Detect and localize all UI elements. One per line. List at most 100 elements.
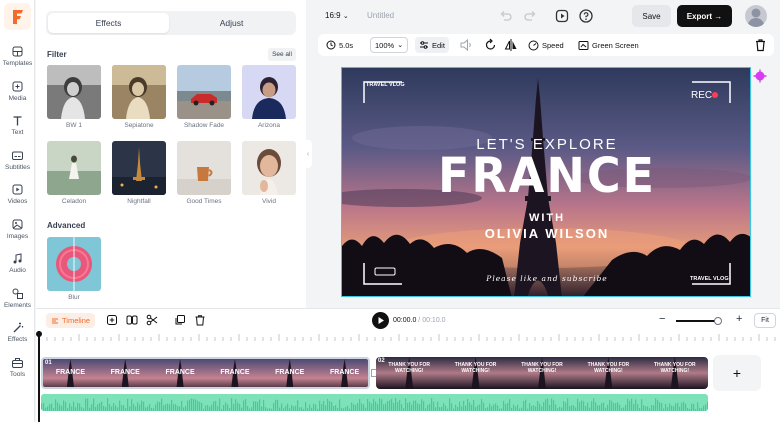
help-icon[interactable] <box>578 8 594 24</box>
zoom-in-icon[interactable]: + <box>736 313 742 325</box>
playhead[interactable] <box>36 331 42 422</box>
travel-vlog-tag-bottom: TRAVEL VLOG <box>690 276 729 282</box>
audio-waveform <box>41 398 708 411</box>
undo-icon[interactable] <box>498 8 514 24</box>
sidebar-item-tools[interactable]: Tools <box>0 354 35 386</box>
timeline-panel: Timeline 00:00.0 / 00:10.0 − + Fit 01 FR… <box>36 308 780 422</box>
flip-icon[interactable] <box>504 37 518 53</box>
chevron-down-icon: ⌄ <box>397 42 404 49</box>
filter-thumb-arizona[interactable] <box>242 65 296 119</box>
edit-label: Edit <box>432 40 445 50</box>
green-screen-button[interactable]: Green Screen <box>578 37 639 53</box>
duration-button[interactable]: 5.0s <box>326 37 353 53</box>
filter-thumb-good-times[interactable] <box>177 141 231 195</box>
add-clip-button[interactable]: + <box>713 355 761 391</box>
rotate-icon[interactable] <box>484 37 498 53</box>
filter-thumb-celadon[interactable] <box>47 141 101 195</box>
filter-thumb-vivid[interactable] <box>242 141 296 195</box>
clip-number: 01 <box>45 360 52 366</box>
zoom-select[interactable]: 100% ⌄ <box>370 37 409 53</box>
filter-label: Arizona <box>257 122 281 129</box>
duration-value: 5.0s <box>339 40 354 50</box>
sidebar-item-audio[interactable]: Audio <box>0 250 35 282</box>
filter-label: Nightfall <box>127 198 151 205</box>
app-logo[interactable] <box>4 3 31 30</box>
clip-toolbar: 5.0s 100% ⌄ Edit Speed Green Screen <box>318 34 774 56</box>
filter-thumb-blur[interactable] <box>47 237 101 291</box>
filter-thumb-sepiatone[interactable] <box>112 65 166 119</box>
tab-effects[interactable]: Effects <box>48 13 169 33</box>
fit-button[interactable]: Fit <box>754 313 776 328</box>
filter-thumb-nightfall[interactable] <box>112 141 166 195</box>
filter-thumb-shadow-fade[interactable] <box>177 65 231 119</box>
speed-button[interactable]: Speed <box>528 37 564 53</box>
video-clip-1[interactable]: 01 FRANCE FRANCE FRANCE FRANCE FRANCE FRANCE <box>41 357 370 389</box>
document-title[interactable]: Untitled <box>367 11 394 20</box>
sidebar-item-label: Templates <box>2 60 33 67</box>
chevron-down-icon: ⌄ <box>342 13 349 20</box>
zoom-out-icon[interactable]: − <box>659 313 665 325</box>
collapse-panel-handle[interactable]: ‹ <box>304 140 312 168</box>
sidebar-item-text[interactable]: Text <box>0 112 35 144</box>
clip-frame-text: THANK YOU FOR WATCHING! <box>654 362 696 374</box>
sidebar-item-images[interactable]: Images <box>0 216 35 248</box>
trash-icon[interactable] <box>754 37 767 53</box>
redo-icon[interactable] <box>522 8 538 24</box>
export-button[interactable]: Export → <box>677 5 732 27</box>
audio-track[interactable] <box>41 394 708 411</box>
media-add-icon <box>12 81 23 91</box>
filter-label: Celadon <box>61 198 87 205</box>
edit-button[interactable]: Edit <box>415 37 449 53</box>
speed-label: Speed <box>542 40 564 50</box>
left-navigation: Templates Media Text Subtitles Videos Images A… <box>0 0 35 422</box>
tab-adjust[interactable]: Adjust <box>171 13 292 33</box>
duplicate-icon[interactable] <box>174 314 186 326</box>
effects-icon <box>13 322 24 333</box>
scissors-icon[interactable] <box>146 314 158 326</box>
sidebar-item-elements[interactable]: Elements <box>0 285 35 317</box>
grid-icon <box>12 46 23 57</box>
trash-icon[interactable] <box>194 314 206 326</box>
sliders-icon <box>420 41 428 49</box>
sidebar-item-effects[interactable]: Effects <box>0 319 35 351</box>
play-icon <box>378 317 384 324</box>
timeline-label: Timeline <box>62 316 91 325</box>
timeline-toggle[interactable]: Timeline <box>46 313 96 328</box>
chroma-key-icon <box>578 40 589 50</box>
filter-label: Shadow Fade <box>183 122 225 129</box>
travel-vlog-tag-top: TRAVEL VLOG <box>366 82 405 88</box>
clip-frame-text: FRANCE <box>220 369 250 376</box>
split-icon[interactable] <box>126 314 138 326</box>
video-clip-2[interactable]: 02 THANK YOU FOR WATCHING! THANK YOU FOR … <box>376 357 708 389</box>
see-all-button[interactable]: See all <box>268 48 296 61</box>
filter-label: Good Times <box>186 198 222 205</box>
magic-tool-icon[interactable] <box>753 69 767 83</box>
zoom-slider-handle[interactable] <box>713 317 722 325</box>
aspect-ratio-select[interactable]: 16:9 ⌄ <box>325 11 349 20</box>
headline-line3: WITH <box>528 212 566 224</box>
sidebar-item-templates[interactable]: Templates <box>0 43 35 75</box>
sidebar-item-videos[interactable]: Videos <box>0 181 35 213</box>
music-icon <box>13 253 22 264</box>
add-track-icon[interactable] <box>106 314 118 326</box>
sidebar-item-subtitles[interactable]: Subtitles <box>0 147 35 179</box>
save-button[interactable]: Save <box>632 5 671 27</box>
toolbox-icon <box>12 357 23 368</box>
time-ruler[interactable] <box>39 333 780 341</box>
video-canvas[interactable]: TRAVEL VLOG REC LET'S EXPLORE FRANCE WIT… <box>341 67 751 297</box>
sidebar-item-label: Tools <box>9 370 26 378</box>
volume-icon[interactable] <box>459 37 473 53</box>
headline-line2: FRANCE <box>437 146 657 204</box>
avatar[interactable] <box>745 5 767 27</box>
logo-icon <box>12 9 23 24</box>
zoom-slider[interactable] <box>676 317 722 325</box>
preview-icon[interactable] <box>554 8 570 24</box>
clip-frame-text: FRANCE <box>110 369 140 376</box>
sidebar-item-label: Elements <box>3 301 32 309</box>
sidebar-item-label: Effects <box>7 336 28 343</box>
sidebar-item-media[interactable]: Media <box>0 78 35 110</box>
clock-icon <box>326 40 336 50</box>
filter-thumb-bw1[interactable] <box>47 65 101 119</box>
play-button[interactable] <box>372 312 389 329</box>
text-icon <box>13 116 22 126</box>
